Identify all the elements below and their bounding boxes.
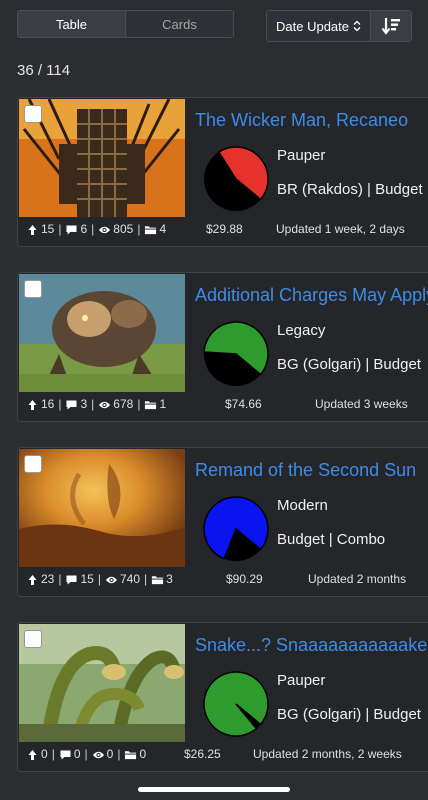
deck-card[interactable]: Snake...? Snaaaaaaaaaaake! Pauper BG (Golg…: [17, 622, 428, 772]
updown-chevron-icon: [353, 20, 361, 32]
folder-icon: [144, 397, 157, 411]
comment-icon: [65, 397, 78, 411]
folder-icon: [124, 747, 137, 761]
comment-icon: [65, 222, 78, 236]
cards-view-button[interactable]: Cards: [126, 11, 233, 37]
deck-format: Pauper: [277, 147, 326, 164]
deck-title[interactable]: Additional Charges May Apply: [195, 285, 428, 306]
sort-select[interactable]: Date Update: [267, 11, 371, 41]
deck-updated: Updated 2 months, 2 weeks: [253, 747, 402, 761]
deck-tags: BR (Rakdos) | Budget: [277, 181, 423, 198]
arrow-up-icon: [26, 397, 39, 411]
deck-stats: 15 | 6 | 805 | 4: [26, 222, 166, 236]
deck-art-image[interactable]: [19, 99, 185, 217]
deck-card[interactable]: Additional Charges May Apply Legacy BG (Go…: [17, 272, 428, 422]
deck-art-image[interactable]: [19, 274, 185, 392]
comments-count: 15: [80, 572, 94, 586]
eye-icon: [98, 222, 111, 236]
eye-icon: [92, 747, 105, 761]
likes-count: 16: [41, 397, 55, 411]
arrow-up-icon: [26, 572, 39, 586]
deck-updated: Updated 1 week, 2 days: [276, 222, 405, 236]
color-pie-chart: [203, 146, 269, 217]
deck-stats: 23 | 15 | 740 | 3: [26, 572, 173, 586]
folders-count: 1: [159, 397, 167, 411]
deck-art-image[interactable]: [19, 449, 185, 567]
deck-updated: Updated 2 months: [308, 572, 407, 586]
views-count: 740: [119, 572, 140, 586]
deck-stats: 0 | 0 | 0 | 0: [26, 747, 146, 761]
sort-select-label: Date Update: [276, 18, 349, 34]
eye-icon: [105, 572, 118, 586]
folder-icon: [144, 222, 157, 236]
deck-card[interactable]: The Wicker Man, Recaneo Pauper BR (Rakdos)…: [17, 97, 428, 247]
color-pie-chart: [203, 671, 269, 742]
deck-tags: BG (Golgari) | Budget: [277, 706, 421, 723]
deck-art-image[interactable]: [19, 624, 185, 742]
deck-tags: BG (Golgari) | Budget: [277, 356, 421, 373]
views-count: 805: [113, 222, 134, 236]
result-count: 36 / 114: [17, 62, 71, 79]
deck-stats: 16 | 3 | 678 | 1: [26, 397, 166, 411]
deck-price: $90.29: [226, 572, 263, 586]
folder-icon: [151, 572, 164, 586]
views-count: 678: [113, 397, 134, 411]
comments-count: 0: [73, 747, 81, 761]
view-toggle: Table Cards: [17, 10, 234, 38]
arrow-up-icon: [26, 222, 39, 236]
deck-title[interactable]: Remand of the Second Sun: [195, 460, 416, 481]
deck-card[interactable]: Remand of the Second Sun Modern Budget | C…: [17, 447, 428, 597]
deck-format: Legacy: [277, 322, 326, 339]
deck-select-checkbox[interactable]: [24, 280, 42, 298]
sort-controls: Date Update: [266, 10, 412, 42]
sort-descending-icon: [381, 18, 400, 35]
color-pie-chart: [203, 496, 269, 567]
deck-select-checkbox[interactable]: [24, 630, 42, 648]
deck-price: $74.66: [225, 397, 262, 411]
likes-count: 15: [41, 222, 55, 236]
deck-select-checkbox[interactable]: [24, 105, 42, 123]
likes-count: 0: [41, 747, 48, 761]
eye-icon: [98, 397, 111, 411]
folders-count: 4: [159, 222, 167, 236]
views-count: 0: [106, 747, 114, 761]
comment-icon: [59, 747, 72, 761]
deck-format: Pauper: [277, 672, 326, 689]
home-indicator: [138, 787, 290, 792]
folders-count: 0: [139, 747, 147, 761]
comments-count: 3: [80, 397, 88, 411]
sort-order-button[interactable]: [371, 11, 411, 41]
deck-price: $29.88: [206, 222, 243, 236]
deck-select-checkbox[interactable]: [24, 455, 42, 473]
deck-format: Modern: [277, 497, 328, 514]
deck-tags: Budget | Combo: [277, 531, 386, 548]
comments-count: 6: [80, 222, 88, 236]
deck-title[interactable]: The Wicker Man, Recaneo: [195, 110, 408, 131]
table-view-button[interactable]: Table: [18, 11, 126, 37]
comment-icon: [65, 572, 78, 586]
deck-title[interactable]: Snake...? Snaaaaaaaaaaake!: [195, 635, 428, 656]
arrow-up-icon: [26, 747, 39, 761]
deck-updated: Updated 3 weeks: [315, 397, 408, 411]
likes-count: 23: [41, 572, 55, 586]
color-pie-chart: [203, 321, 269, 392]
deck-price: $26.25: [184, 747, 221, 761]
folders-count: 3: [166, 572, 173, 586]
